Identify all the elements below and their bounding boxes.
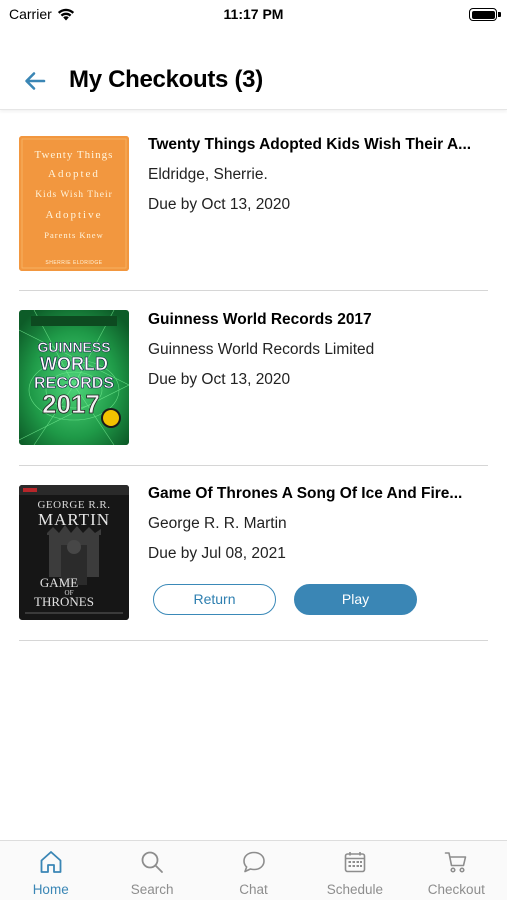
cart-icon [445, 852, 467, 873]
chat-icon [242, 851, 265, 873]
cover-text-line: GAME [40, 575, 78, 590]
cover-text-line: Adoptive [46, 209, 103, 221]
book-cover[interactable]: GEORGE R.R. MARTIN GAME OF THRONES [19, 485, 129, 620]
cover-text-line: Twenty Things [35, 149, 114, 161]
book-info: Game Of Thrones A Song Of Ice And Fire..… [148, 485, 488, 563]
tab-label: Checkout [427, 882, 485, 897]
tab-label: Chat [239, 882, 268, 897]
back-arrow-icon[interactable] [22, 68, 48, 94]
book-title[interactable]: Twenty Things Adopted Kids Wish Their A.… [148, 136, 488, 154]
cover-text-line: MARTIN [38, 510, 110, 529]
cover-text-line: Kids Wish Their [35, 190, 113, 200]
page-title: My Checkouts (3) [69, 66, 263, 93]
item-actions: Return Play [153, 584, 417, 615]
play-button[interactable]: Play [294, 584, 417, 615]
cover-text-line: GUINNESS [37, 339, 110, 355]
book-cover[interactable]: Twenty Things Adopted Kids Wish Their Ad… [19, 136, 129, 271]
calendar-icon [344, 852, 366, 873]
battery-icon [469, 8, 497, 21]
tab-label: Schedule [326, 882, 384, 897]
book-author: George R. R. Martin [148, 515, 287, 532]
cover-author-text: SHERRIE ELDRIDGE [45, 260, 102, 266]
nav-header: My Checkouts (3) [0, 50, 507, 110]
book-author: Guinness World Records Limited [148, 341, 375, 358]
cover-text-line: 2017 [42, 389, 100, 419]
cover-text-line: WORLD [40, 354, 108, 374]
status-time: 11:17 PM [223, 6, 284, 22]
tab-label: Home [32, 882, 69, 897]
due-date: Due by Oct 13, 2020 [148, 196, 291, 213]
list-item[interactable]: Twenty Things Adopted Kids Wish Their Ad… [19, 116, 488, 291]
status-bar: Carrier 11:17 PM [0, 0, 507, 30]
book-info: Guinness World Records 2017 Guinness Wor… [148, 311, 488, 389]
tab-bar: Home Search Chat Schedule Checkout [0, 840, 507, 900]
home-icon [40, 851, 62, 873]
cover-text-line: THRONES [34, 594, 94, 609]
battery-tip [498, 12, 501, 17]
book-title[interactable]: Guinness World Records 2017 [148, 311, 488, 329]
search-icon [141, 851, 164, 873]
book-cover[interactable]: GUINNESS WORLD RECORDS 2017 [19, 310, 129, 445]
list-item[interactable]: GUINNESS WORLD RECORDS 2017 Guinness Wor… [19, 291, 488, 466]
book-info: Twenty Things Adopted Kids Wish Their A.… [148, 136, 488, 214]
tab-label: Search [130, 882, 174, 897]
book-title[interactable]: Game Of Thrones A Song Of Ice And Fire..… [148, 485, 488, 503]
tab-checkout[interactable]: Checkout [406, 841, 507, 900]
book-author: Eldridge, Sherrie. [148, 166, 268, 183]
tab-chat[interactable]: Chat [203, 841, 304, 900]
cover-text-line: Adopted [48, 168, 100, 180]
tab-home[interactable]: Home [0, 841, 101, 900]
checkout-list: Twenty Things Adopted Kids Wish Their Ad… [19, 116, 488, 641]
due-date: Due by Oct 13, 2020 [148, 371, 291, 388]
due-date: Due by Jul 08, 2021 [148, 545, 286, 562]
cover-text-line: Parents Knew [44, 230, 103, 240]
return-button[interactable]: Return [153, 584, 276, 615]
tab-search[interactable]: Search [101, 841, 202, 900]
list-item[interactable]: GEORGE R.R. MARTIN GAME OF THRONES Game … [19, 466, 488, 641]
tab-schedule[interactable]: Schedule [304, 841, 405, 900]
